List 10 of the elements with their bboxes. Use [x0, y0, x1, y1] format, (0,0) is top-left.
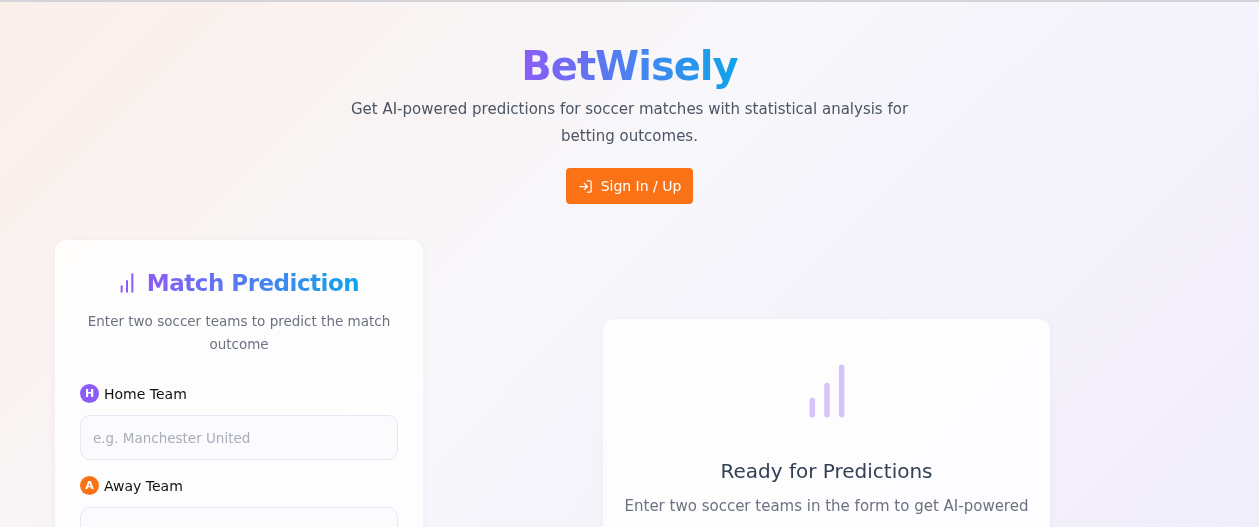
field-label: Home Team	[104, 385, 187, 402]
sign-in-button[interactable]: Sign In / Up	[565, 168, 694, 204]
field-label: Away Team	[104, 477, 183, 494]
team-badge: A	[80, 476, 99, 495]
team-badge: H	[80, 384, 99, 403]
card-description: Enter two soccer teams to predict the match outcome	[86, 312, 392, 354]
team-input-field[interactable]: e.g. Manchester United	[80, 415, 398, 460]
result-description: Enter two soccer teams in the form to get AI-powered	[624, 497, 1029, 515]
app-subtitle: Get AI-powered predictions for soccer matches with statistical analysis for betting outcomes.	[349, 99, 910, 147]
result-title: Ready for Predictions	[720, 459, 933, 483]
